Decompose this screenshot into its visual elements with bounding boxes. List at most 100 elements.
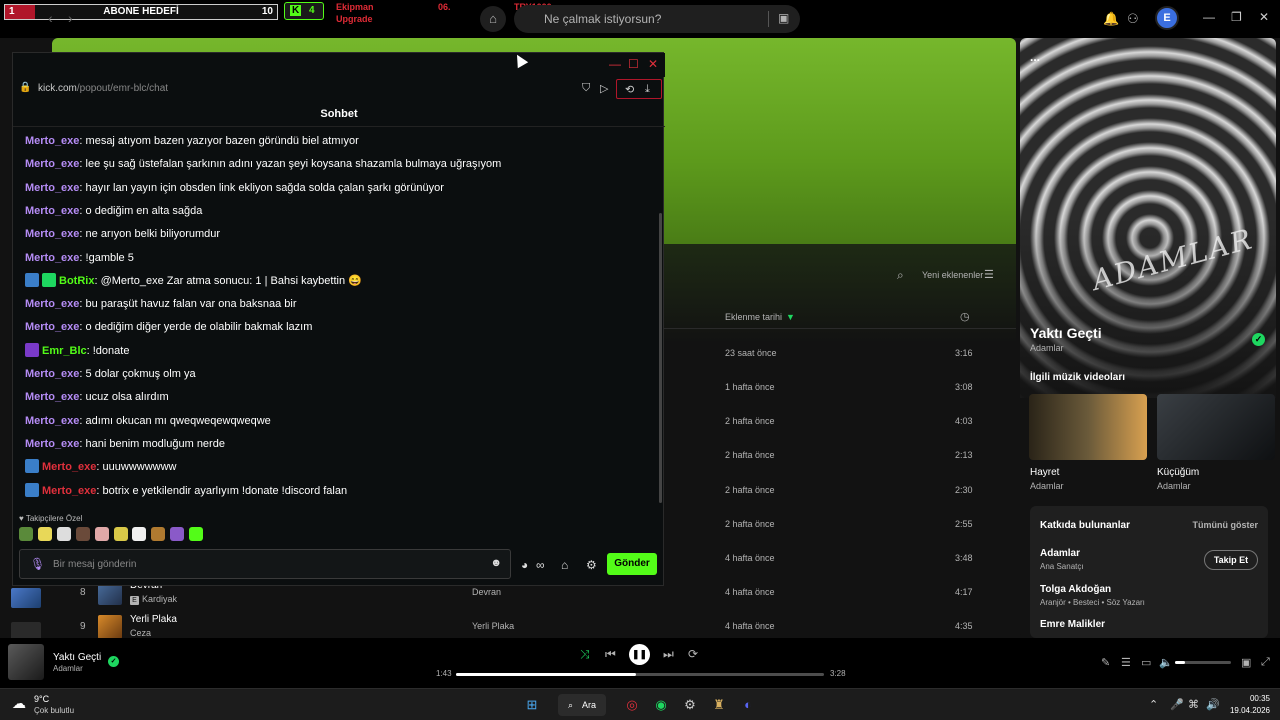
clock-date[interactable]: 19.04.2026 <box>1226 706 1270 715</box>
video-thumbnail-kucugum[interactable] <box>1157 394 1275 460</box>
link-icon[interactable]: ∞ <box>536 558 545 572</box>
extension-icon[interactable]: ⟲ <box>625 83 634 96</box>
player-track-artist[interactable]: Adamlar <box>53 664 83 673</box>
emote[interactable] <box>151 527 165 541</box>
emote[interactable] <box>132 527 146 541</box>
panel-track-artist[interactable]: Adamlar <box>1030 343 1064 353</box>
minimize-icon[interactable]: — <box>1203 10 1215 24</box>
close-icon[interactable]: ✕ <box>1259 10 1269 24</box>
credit-name[interactable]: Adamlar <box>1040 548 1080 559</box>
chat-username[interactable]: BotRix <box>59 275 94 287</box>
back-arrow-icon[interactable]: ‹ <box>48 10 53 26</box>
taskbar-search[interactable]: ⌕ Ara <box>558 694 606 716</box>
track-artist[interactable]: E Kardiyak <box>130 594 177 605</box>
chat-scrollbar[interactable] <box>659 213 662 503</box>
avatar[interactable]: E <box>1155 6 1179 30</box>
browse-icon[interactable]: ▣ <box>778 11 789 25</box>
connect-device-icon[interactable]: ▭ <box>1141 656 1151 669</box>
search-icon[interactable]: ⌕ <box>897 268 904 283</box>
opera-icon[interactable]: ◎ <box>621 695 643 715</box>
league-icon[interactable]: ♜ <box>708 695 730 715</box>
spotify-icon[interactable]: ◉ <box>650 695 672 715</box>
minimize-icon[interactable]: — <box>609 57 621 71</box>
queue-icon[interactable]: ☰ <box>1121 656 1131 669</box>
microphone-icon[interactable]: 🎤 <box>1170 698 1184 711</box>
close-icon[interactable]: ✕ <box>648 57 658 71</box>
shuffle-icon[interactable]: ⤨ <box>580 647 590 662</box>
friends-icon[interactable]: ⚇ <box>1127 11 1139 27</box>
repeat-icon[interactable]: ⟳ <box>688 647 698 661</box>
volume-icon[interactable]: 🔈 <box>1159 656 1173 669</box>
chat-username[interactable]: Merto_exe <box>25 321 79 333</box>
emote[interactable] <box>95 527 109 541</box>
weather-icon[interactable]: ☁ <box>12 695 26 712</box>
chat-username[interactable]: Merto_exe <box>25 158 79 170</box>
mini-player-icon[interactable]: ▣ <box>1241 656 1251 669</box>
send-icon[interactable]: ▷ <box>600 82 608 95</box>
chat-username[interactable]: Merto_exe <box>25 135 79 147</box>
follow-button[interactable]: Takip Et <box>1204 550 1258 570</box>
chat-username[interactable]: Merto_exe <box>25 368 79 380</box>
previous-icon[interactable]: ⏮ <box>605 647 616 662</box>
clock-time[interactable]: 00:35 <box>1226 694 1270 703</box>
chat-username[interactable]: Merto_exe <box>25 252 79 264</box>
track-artist-name[interactable]: Kardiyak <box>142 594 177 604</box>
forward-arrow-icon[interactable]: › <box>68 10 73 26</box>
send-button[interactable]: Gönder <box>607 553 657 575</box>
mic-icon[interactable]: 🎙 <box>30 557 45 571</box>
emote[interactable] <box>189 527 203 541</box>
credit-name[interactable]: Tolga Akdoğan <box>1040 584 1111 595</box>
emote[interactable] <box>170 527 184 541</box>
track-artist[interactable]: Ceza <box>130 628 151 638</box>
emote[interactable] <box>114 527 128 541</box>
emote[interactable] <box>57 527 71 541</box>
player-track-title[interactable]: Yaktı Geçti <box>53 652 101 663</box>
discord-icon[interactable]: ◐ <box>737 695 759 715</box>
speaker-icon[interactable]: 🔊 <box>1206 698 1220 711</box>
track-title[interactable]: Yerli Plaka <box>130 614 177 625</box>
video-thumbnail-hayret[interactable] <box>1029 394 1147 460</box>
bot-icon[interactable]: ◕ <box>521 558 528 572</box>
download-icon[interactable]: ⤓ <box>645 83 650 96</box>
video-title[interactable]: Küçüğüm <box>1157 467 1199 478</box>
library-item[interactable] <box>11 588 41 608</box>
app-icon[interactable]: ⚙ <box>679 695 701 715</box>
credit-name[interactable]: Emre Malikler <box>1040 619 1105 630</box>
volume-slider[interactable] <box>1175 661 1231 664</box>
track-album[interactable]: Devran <box>472 587 501 597</box>
maximize-icon[interactable]: ☐ <box>628 57 639 71</box>
lyrics-icon[interactable]: ✎ <box>1101 656 1110 669</box>
search-bar[interactable]: Ne çalmak istiyorsun? ▣ <box>514 5 800 33</box>
chat-username[interactable]: Merto_exe <box>25 228 79 240</box>
chat-username[interactable]: Merto_exe <box>25 415 79 427</box>
saved-check-icon[interactable]: ✓ <box>1252 333 1265 346</box>
emote[interactable] <box>76 527 90 541</box>
maximize-icon[interactable]: ❐ <box>1231 10 1242 24</box>
weather-temp[interactable]: 9°C <box>34 694 49 704</box>
chat-username[interactable]: Merto_exe <box>25 391 79 403</box>
panel-track-title[interactable]: Yaktı Geçti <box>1030 325 1102 341</box>
network-icon[interactable]: ⌘ <box>1188 698 1199 711</box>
video-artist[interactable]: Adamlar <box>1157 481 1191 491</box>
start-icon[interactable]: ⊞ <box>521 695 543 715</box>
pause-button[interactable]: ❚❚ <box>629 644 650 665</box>
player-cover-art[interactable] <box>8 644 44 680</box>
popup-titlebar[interactable]: — ☐ ✕ <box>13 53 665 77</box>
weather-desc[interactable]: Çok bulutlu <box>34 706 74 715</box>
more-options-icon[interactable]: ... <box>1030 50 1040 64</box>
list-view-icon[interactable]: ☰ <box>984 268 994 281</box>
chat-username[interactable]: Merto_exe <box>42 485 96 497</box>
progress-bar[interactable] <box>456 673 824 676</box>
shield-icon[interactable]: ⛉ <box>582 82 590 95</box>
emoji-icon[interactable]: ☻ <box>490 557 502 569</box>
video-artist[interactable]: Adamlar <box>1030 481 1064 491</box>
chat-username[interactable]: Merto_exe <box>42 461 96 473</box>
show-all-link[interactable]: Tümünü göster <box>1193 520 1259 530</box>
sort-label[interactable]: Yeni eklenenler <box>922 270 983 280</box>
settings-icon[interactable]: ⚙ <box>586 558 597 572</box>
chat-username[interactable]: Merto_exe <box>25 205 79 217</box>
saved-check-icon[interactable]: ✓ <box>108 656 119 667</box>
track-album[interactable]: Yerli Plaka <box>472 621 514 631</box>
video-title[interactable]: Hayret <box>1030 467 1059 478</box>
store-icon[interactable]: ⌂ <box>561 558 568 572</box>
